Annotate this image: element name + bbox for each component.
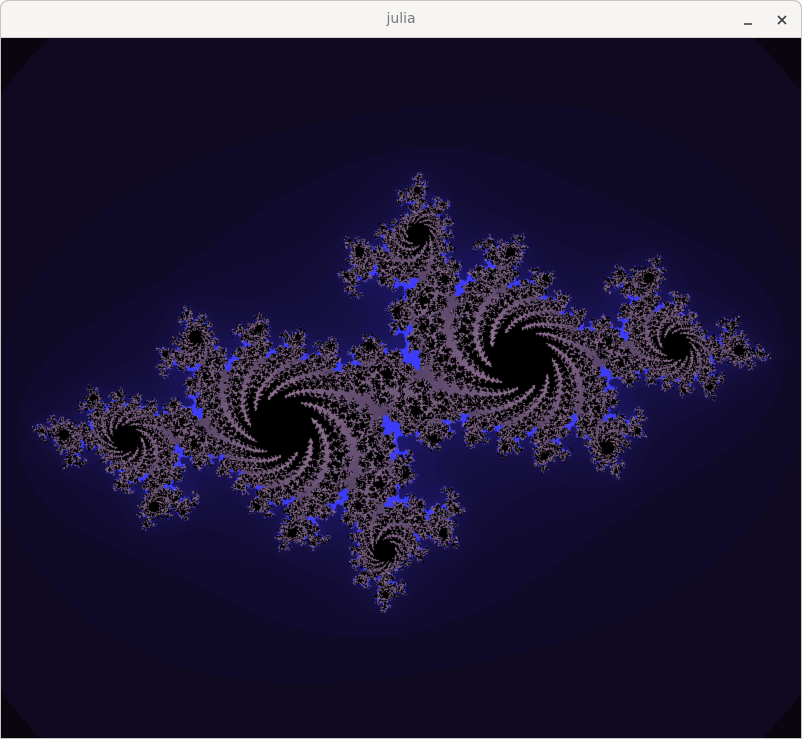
window-title: julia — [386, 11, 416, 27]
title-bar[interactable]: julia — [1, 1, 801, 38]
close-button[interactable] — [770, 8, 794, 32]
close-icon — [777, 15, 787, 25]
app-window: julia — [0, 0, 802, 739]
fractal-view[interactable] — [1, 38, 801, 738]
julia-set-canvas[interactable] — [1, 38, 801, 738]
minimize-icon — [744, 23, 752, 25]
minimize-button[interactable] — [736, 8, 760, 32]
